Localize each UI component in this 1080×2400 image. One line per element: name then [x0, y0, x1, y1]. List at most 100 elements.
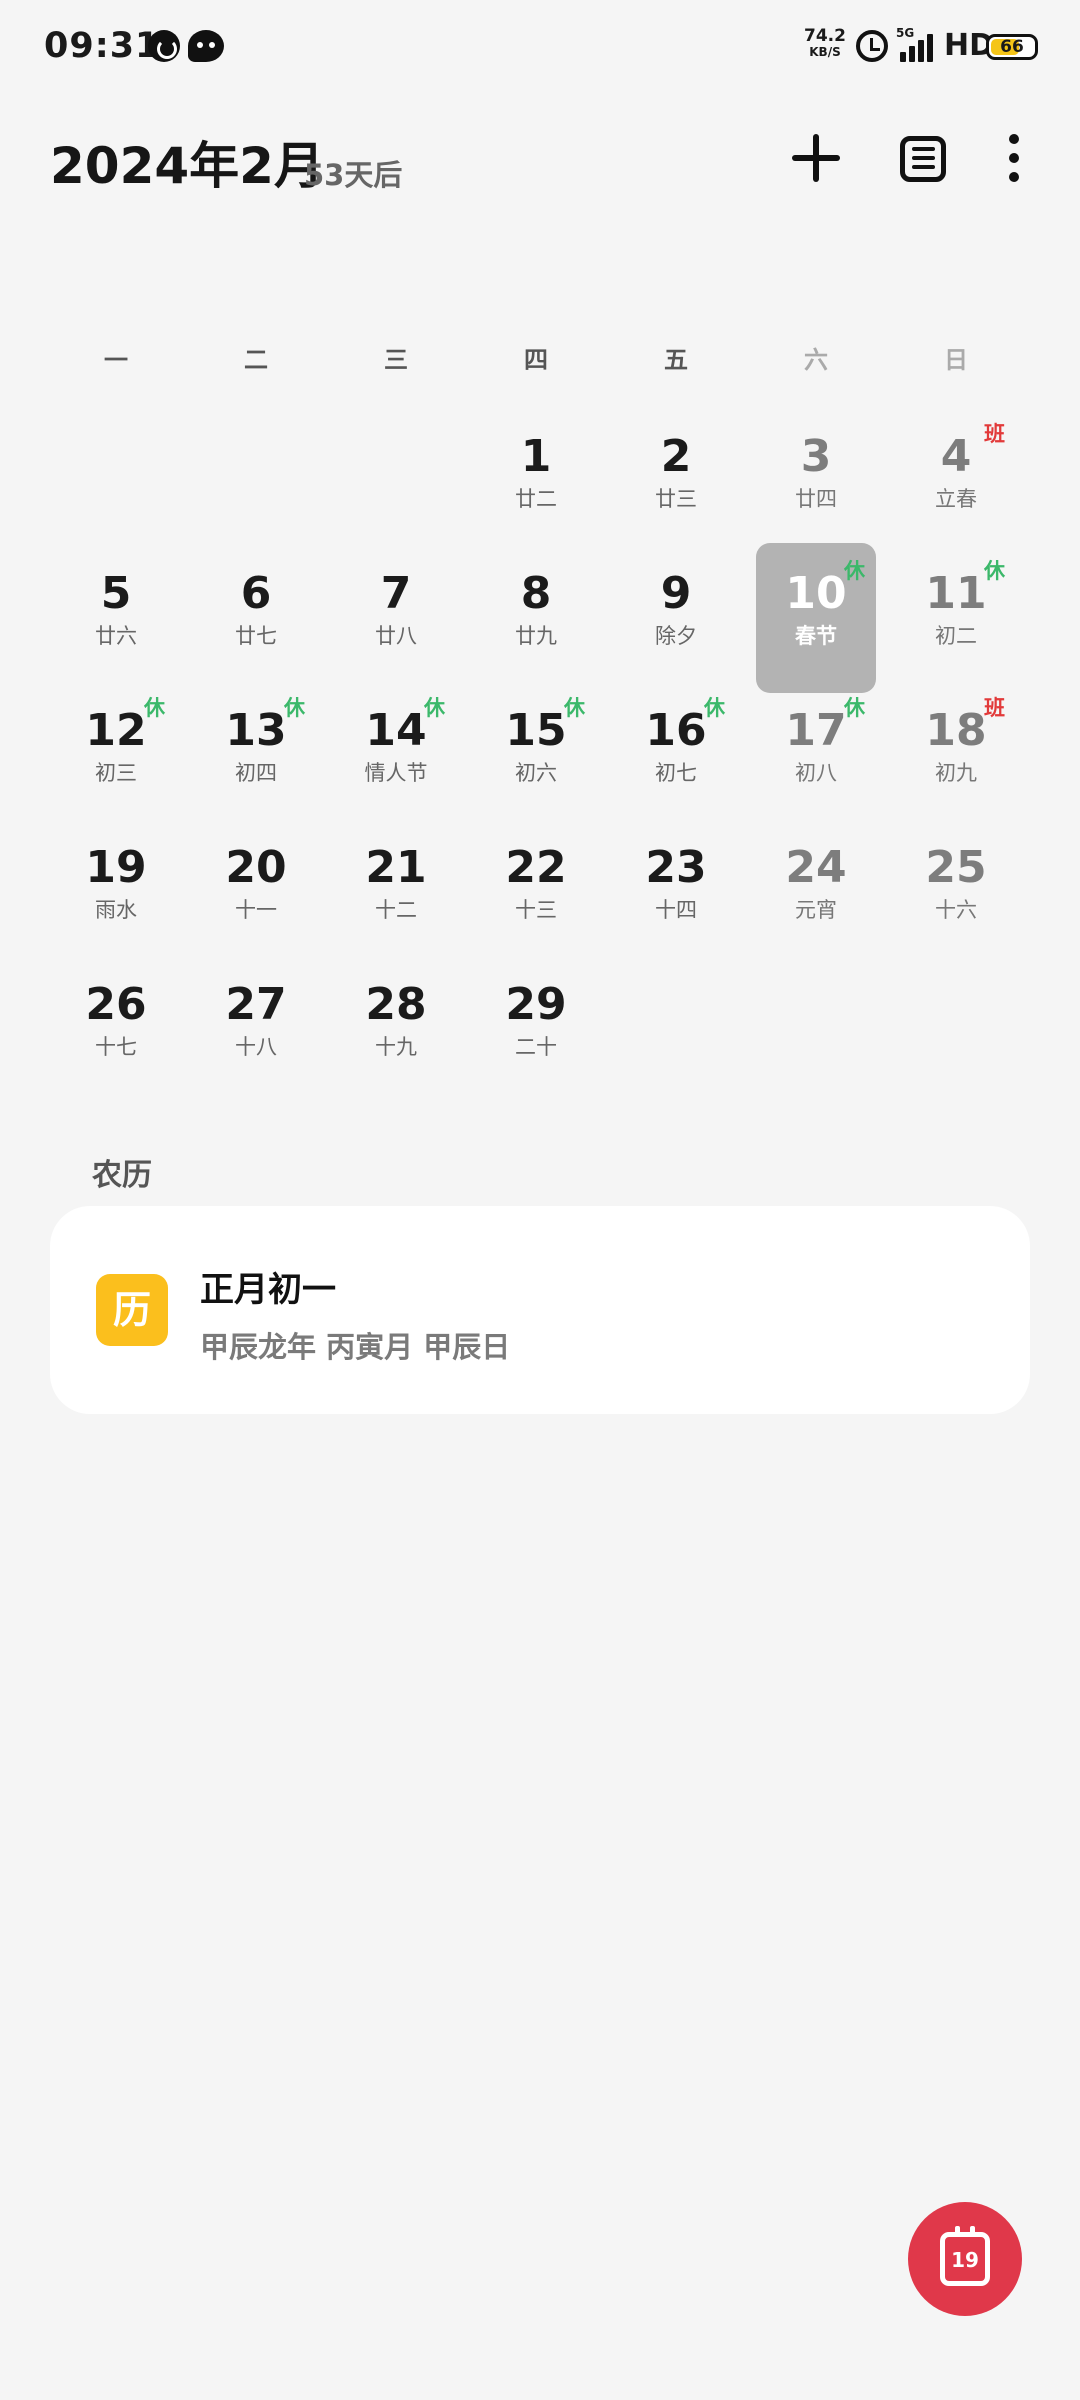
calendar-day-21[interactable]: 21 十二 [326, 817, 466, 954]
calendar-day-8[interactable]: 8 廿九 [466, 543, 606, 680]
network-speed-unit: KB/S [809, 45, 841, 59]
calendar-day-16[interactable]: 16 初七 休 [606, 680, 746, 817]
calendar-day-3[interactable]: 3 廿四 [746, 406, 886, 543]
day-number: 7 [380, 568, 412, 619]
lunar-date-label: 十八 [235, 1035, 277, 1059]
holiday-badge: 休 [704, 696, 725, 720]
almanac-icon: 历 [96, 1274, 168, 1346]
day-number: 13 [225, 705, 287, 756]
day-number: 23 [645, 842, 707, 893]
day-number: 4 [940, 431, 972, 482]
calendar-day-29[interactable]: 29 二十 [466, 954, 606, 1091]
calendar-day-22[interactable]: 22 十三 [466, 817, 606, 954]
calendar-day-12[interactable]: 12 初三 休 [46, 680, 186, 817]
lunar-date-label: 十七 [95, 1035, 137, 1059]
calendar-day-5[interactable]: 5 廿六 [46, 543, 186, 680]
day-number: 14 [365, 705, 427, 756]
day-number: 27 [225, 979, 287, 1030]
holiday-badge: 休 [284, 696, 305, 720]
month-title[interactable]: 2024年2月 [50, 126, 324, 198]
lunar-info-card[interactable]: 历 正月初一 甲辰龙年 丙寅月 甲辰日 [50, 1206, 1030, 1414]
lunar-date-label: 廿六 [95, 624, 137, 648]
calendar-day-19[interactable]: 19 雨水 [46, 817, 186, 954]
day-number: 11 [925, 568, 987, 619]
calendar-day-26[interactable]: 26 十七 [46, 954, 186, 1091]
day-number: 6 [240, 568, 272, 619]
day-number: 15 [505, 705, 567, 756]
lunar-date-label: 廿四 [795, 487, 837, 511]
status-time: 09:31 [44, 26, 161, 66]
list-icon [900, 136, 946, 182]
calendar-day-28[interactable]: 28 十九 [326, 954, 466, 1091]
today-button[interactable]: 19 [908, 2202, 1022, 2316]
day-number: 18 [925, 705, 987, 756]
lunar-section-label: 农历 [92, 1158, 152, 1193]
lunar-date-label: 十三 [515, 898, 557, 922]
lunar-date-label: 十一 [235, 898, 277, 922]
lunar-ganzhi: 甲辰龙年 丙寅月 甲辰日 [200, 1330, 511, 1364]
lunar-date-label: 廿三 [655, 487, 697, 511]
day-number: 8 [520, 568, 552, 619]
calendar-day-10[interactable]: 10 春节 休 [746, 543, 886, 693]
calendar-day-25[interactable]: 25 十六 [886, 817, 1026, 954]
lunar-date-label: 除夕 [655, 624, 697, 648]
alarm-icon [856, 30, 888, 62]
day-number: 2 [660, 431, 692, 482]
day-number: 29 [505, 979, 567, 1030]
day-number: 25 [925, 842, 987, 893]
calendar-day-11[interactable]: 11 初二 休 [886, 543, 1026, 680]
day-number: 3 [800, 431, 832, 482]
calendar-grid: 1 廿二 2 廿三 3 廿四 4 立春班 5 廿六 6 廿七 7 廿八 8 廿九 9 除夕 10 春节休 11 初二休 12… [46, 406, 1026, 1091]
calendar-day-24[interactable]: 24 元宵 [746, 817, 886, 954]
day-number: 26 [85, 979, 147, 1030]
calendar-day-2[interactable]: 2 廿三 [606, 406, 746, 543]
network-speed: 74.2 KB/S [802, 26, 848, 60]
calendar-day-23[interactable]: 23 十四 [606, 817, 746, 954]
day-number: 22 [505, 842, 567, 893]
lunar-date-label: 十九 [375, 1035, 417, 1059]
more-options-button[interactable] [982, 126, 1046, 190]
calendar-today-icon: 19 [940, 2226, 990, 2286]
lunar-date: 正月初一 [200, 1270, 336, 1310]
holiday-badge: 休 [144, 696, 165, 720]
calendar-day-18[interactable]: 18 初九 班 [886, 680, 1026, 817]
event-list-button[interactable] [890, 126, 954, 190]
network-speed-value: 74.2 [804, 26, 846, 46]
notification-app-icon [148, 30, 180, 62]
empty-cell [186, 406, 326, 543]
calendar-day-13[interactable]: 13 初四 休 [186, 680, 326, 817]
day-number: 9 [660, 568, 692, 619]
calendar-day-17[interactable]: 17 初八 休 [746, 680, 886, 817]
calendar-day-7[interactable]: 7 廿八 [326, 543, 466, 680]
lunar-date-label: 初四 [235, 761, 277, 785]
day-number: 24 [785, 842, 847, 893]
calendar-day-20[interactable]: 20 十一 [186, 817, 326, 954]
calendar-day-1[interactable]: 1 廿二 [466, 406, 606, 543]
day-number: 20 [225, 842, 287, 893]
lunar-date-label: 十四 [655, 898, 697, 922]
lunar-date-label: 廿八 [375, 624, 417, 648]
add-event-button[interactable] [784, 126, 848, 190]
days-countdown: 53天后 [304, 158, 403, 192]
calendar-day-27[interactable]: 27 十八 [186, 954, 326, 1091]
lunar-date-label: 立春 [935, 487, 977, 511]
calendar-day-4[interactable]: 4 立春 班 [886, 406, 1026, 543]
lunar-date-label: 情人节 [364, 761, 428, 785]
weekday-label: 六 [804, 346, 828, 374]
calendar-day-9[interactable]: 9 除夕 [606, 543, 746, 680]
weekday-label: 五 [664, 346, 688, 374]
calendar-day-15[interactable]: 15 初六 休 [466, 680, 606, 817]
lunar-date-label: 初二 [935, 624, 977, 648]
calendar-day-14[interactable]: 14 情人节 休 [326, 680, 466, 817]
lunar-date-label: 初六 [515, 761, 557, 785]
day-number: 5 [100, 568, 132, 619]
weekday-label: 日 [944, 346, 968, 374]
lunar-date-label: 二十 [515, 1035, 557, 1059]
battery-icon: 66 [986, 34, 1038, 60]
lunar-date-label: 初七 [655, 761, 697, 785]
empty-cell [326, 406, 466, 543]
workday-badge: 班 [984, 696, 1005, 720]
chat-app-icon [188, 30, 224, 62]
day-number: 1 [520, 431, 552, 482]
calendar-day-6[interactable]: 6 廿七 [186, 543, 326, 680]
